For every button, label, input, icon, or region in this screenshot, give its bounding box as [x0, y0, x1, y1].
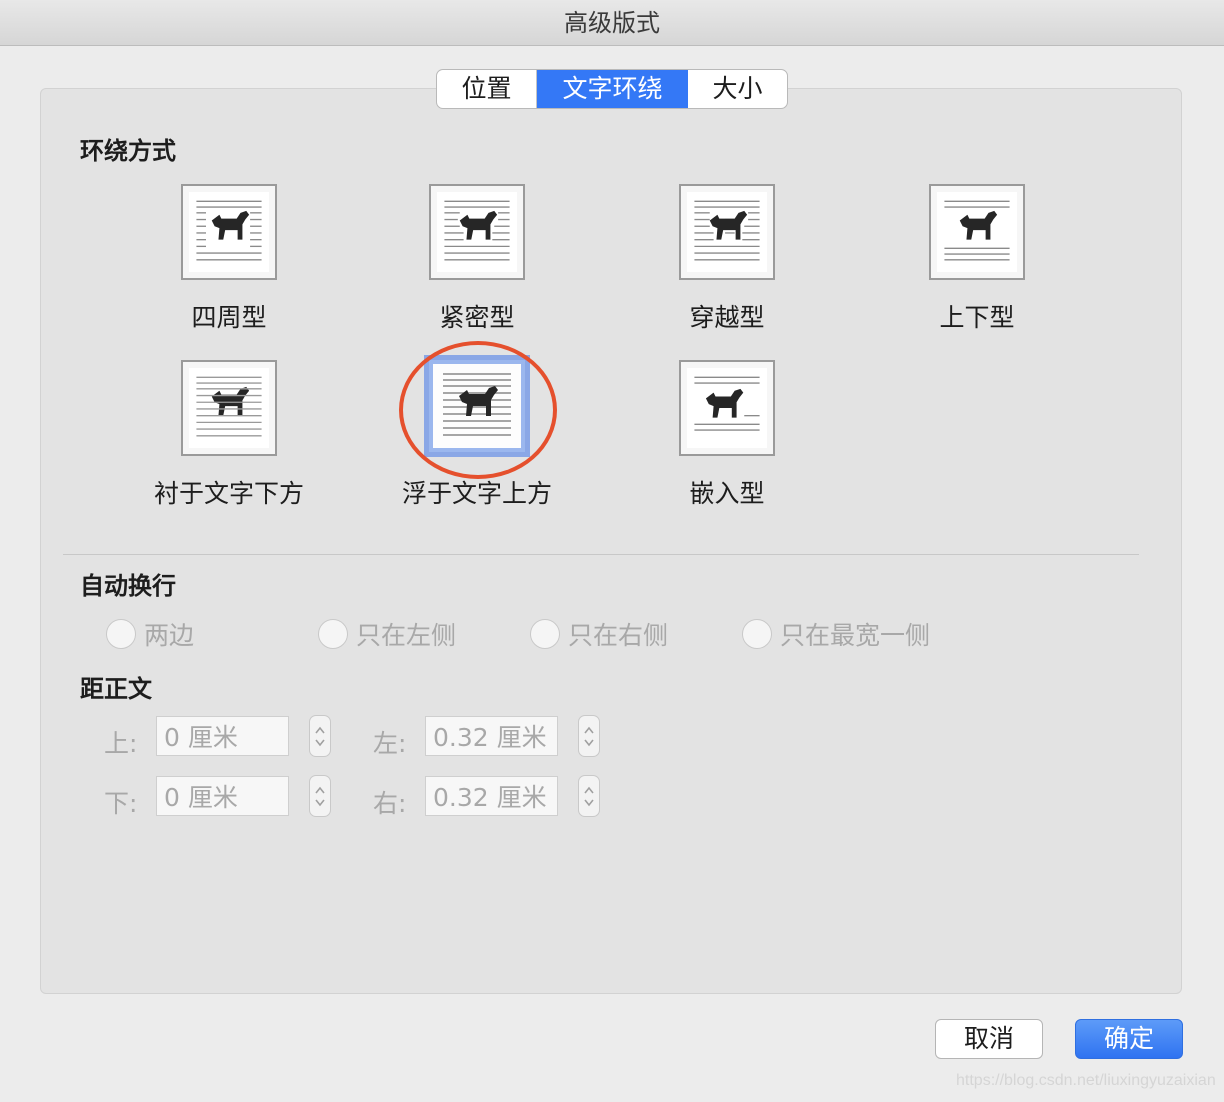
left-distance-stepper[interactable]: [578, 715, 600, 757]
wrap-option-label: 上下型: [939, 303, 1015, 332]
wrap-option-label: 四周型: [191, 303, 267, 332]
square-wrap-icon: [181, 184, 277, 280]
distance-heading: 距正文: [80, 675, 152, 703]
radio-circle[interactable]: [530, 619, 560, 649]
top-distance-label: 上:: [104, 729, 138, 758]
radio-circle[interactable]: [106, 619, 136, 649]
tab-bar: 位置 文字环绕 大小: [436, 69, 788, 109]
radio-circle[interactable]: [742, 619, 772, 649]
wrap-option-label: 紧密型: [439, 303, 515, 332]
bottom-distance-label: 下:: [104, 789, 138, 818]
bottom-distance-stepper[interactable]: [309, 775, 331, 817]
ok-button[interactable]: 确定: [1075, 1019, 1183, 1059]
left-distance-field[interactable]: [425, 716, 558, 756]
top-bottom-wrap-icon: [929, 184, 1025, 280]
radio-label: 只在左侧: [356, 621, 457, 650]
radio-circle[interactable]: [318, 619, 348, 649]
wrap-option-label: 穿越型: [689, 303, 765, 332]
wrap-style-heading: 环绕方式: [80, 137, 176, 165]
top-distance-stepper[interactable]: [309, 715, 331, 757]
radio-both-sides[interactable]: 两边: [106, 616, 194, 652]
bottom-distance-field[interactable]: [156, 776, 289, 816]
tab-position[interactable]: 位置: [437, 70, 537, 108]
radio-label: 两边: [144, 621, 195, 650]
auto-wrap-heading: 自动换行: [80, 572, 176, 600]
tight-wrap-icon: [429, 184, 525, 280]
wrap-option-label: 浮于文字上方: [401, 479, 552, 508]
section-divider: [63, 554, 1139, 555]
radio-left-only[interactable]: 只在左侧: [318, 616, 456, 652]
tab-size[interactable]: 大小: [688, 70, 787, 108]
inline-icon: [679, 360, 775, 456]
top-distance-field[interactable]: [156, 716, 289, 756]
radio-largest-side[interactable]: 只在最宽一侧: [742, 616, 930, 652]
tab-text-wrapping[interactable]: 文字环绕: [537, 70, 688, 108]
right-distance-stepper[interactable]: [578, 775, 600, 817]
watermark-text: https://blog.csdn.net/liuxingyuzaixian: [956, 1072, 1216, 1089]
through-wrap-icon: [679, 184, 775, 280]
radio-label: 只在右侧: [568, 621, 669, 650]
left-distance-label: 左:: [373, 729, 407, 758]
radio-right-only[interactable]: 只在右侧: [530, 616, 668, 652]
right-distance-field[interactable]: [425, 776, 558, 816]
behind-text-icon: [181, 360, 277, 456]
right-distance-label: 右:: [373, 789, 407, 818]
wrap-option-label: 嵌入型: [689, 479, 765, 508]
wrap-option-label: 衬于文字下方: [153, 479, 304, 508]
radio-label: 只在最宽一侧: [780, 621, 931, 650]
window-title: 高级版式: [0, 0, 1224, 46]
highlight-circle-annotation: [399, 341, 557, 479]
cancel-button[interactable]: 取消: [935, 1019, 1043, 1059]
